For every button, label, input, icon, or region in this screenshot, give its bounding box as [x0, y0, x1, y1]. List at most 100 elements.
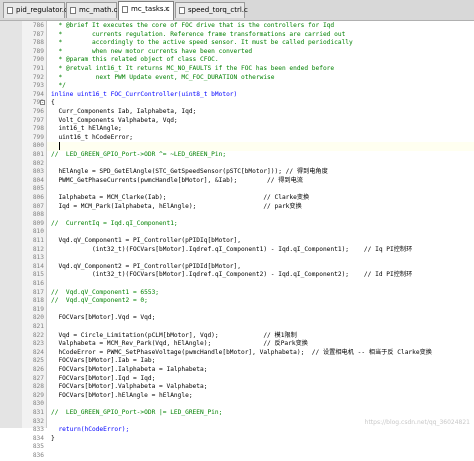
code-text: Valphabeta = MCM_Rev_Park(Vqd, hElAngle)…	[51, 340, 308, 348]
code-line[interactable]: 803 hElAngle = SPD_GetElAngle(STC_GetSpe…	[33, 168, 474, 177]
code-text: * accordingly to the active speed sensor…	[51, 39, 353, 47]
code-line[interactable]: 793 */	[33, 82, 474, 91]
code-line[interactable]: 820 FOCVars[bMotor].Vqd = Vqd;	[33, 314, 474, 323]
code-text: Volt_Components Valphabeta, Vqd;	[51, 116, 178, 124]
code-line[interactable]: 827 FOCVars[bMotor].Iqd = Iqd;	[33, 374, 474, 384]
code-line[interactable]: 796 Curr_Components Iab, Ialphabeta, Iqd…	[33, 108, 474, 117]
code-line[interactable]: 833 return(hCodeError);	[33, 426, 474, 435]
code-text: FOCVars[bMotor].Iab = Iab;	[51, 357, 156, 365]
line-number: 836	[32, 452, 44, 459]
code-line[interactable]: 831 // LED_GREEN_GPIO_Port->ODR |= LED_GR…	[33, 409, 474, 418]
code-line[interactable]: 799 uint16_t hCodeError;	[33, 133, 474, 143]
code-text: // CurrentIq = Iqd.qI_Component1;	[51, 219, 178, 227]
line-number: 823	[32, 340, 44, 348]
tab-label: pid_regulator.c	[16, 6, 68, 14]
code-text: */	[51, 82, 66, 90]
code-line[interactable]: 823 Valphabeta = MCM_Rev_Park(Vqd, hElAn…	[33, 340, 474, 349]
code-line[interactable]: 801 // LED_GREEN_GPIO_Port->ODR ^= ~LED_G…	[33, 151, 474, 160]
line-number: 832	[32, 417, 44, 425]
code-line[interactable]: 818 // Vqd.qV_Component2 = 0;	[33, 297, 474, 306]
code-line[interactable]: 828 FOCVars[bMotor].Valphabeta = Valphab…	[33, 383, 474, 392]
code-line[interactable]: 817 // Vqd.qV_Component1 = 6553;	[33, 289, 474, 298]
code-line[interactable]: 790 * @param this related object of clas…	[33, 56, 474, 65]
c-file-icon	[70, 7, 76, 14]
code-text: * next PWM Update event, MC_FOC_DURATION…	[51, 73, 275, 81]
code-text: PWMC_GetPhaseCurrents(pwmcHandle[bMotor]…	[51, 176, 303, 184]
code-text: {	[51, 99, 55, 107]
line-number: 834	[32, 434, 44, 442]
code-line[interactable]: 805	[33, 185, 474, 194]
code-text: uint16_t hCodeError;	[51, 133, 133, 141]
tab-speed-torq-ctrl[interactable]: speed_torq_ctrl.c	[175, 2, 248, 18]
tab-label: mc_math.c	[79, 6, 118, 14]
code-line[interactable]: 788 * accordingly to the active speed se…	[33, 39, 474, 48]
code-line[interactable]: 787 * currents regulation. Reference fra…	[33, 30, 474, 40]
tab-mc-math[interactable]: mc_math.c	[66, 2, 118, 18]
code-text: * currents regulation. Reference frame t…	[51, 30, 346, 38]
code-line[interactable]: 806 Ialphabeta = MCM_Clarke(Iab); // Cla…	[33, 194, 474, 203]
code-line[interactable]: 813	[33, 254, 474, 263]
code-line[interactable]: 800	[33, 142, 474, 151]
line-number: 788	[32, 39, 44, 47]
code-editor[interactable]: 786 * @brief It executes the core of FOC…	[0, 21, 474, 459]
code-line[interactable]: 821	[33, 323, 474, 332]
line-number: 816	[32, 280, 44, 287]
code-text: * @retval int16_t It returns MC_NO_FAULT…	[51, 65, 335, 72]
code-line[interactable]: 815 (int32_t)(FOCVars[bMotor].Iqdref.qI_…	[33, 271, 474, 280]
code-line[interactable]: 798 int16_t hElAngle;	[33, 125, 474, 134]
breakpoint-gutter[interactable]	[0, 21, 22, 428]
code-line[interactable]: 794 inline uint16_t FOC_CurrController(ui…	[33, 91, 474, 100]
line-number: 798	[32, 125, 44, 133]
code-line[interactable]: 810	[33, 228, 474, 237]
code-line[interactable]: 824 hCodeError = PWMC_SetPhaseVoltage(pw…	[33, 349, 474, 358]
code-line[interactable]: 797 Volt_Components Valphabeta, Vqd;	[33, 116, 474, 126]
code-line[interactable]: 819	[33, 306, 474, 315]
close-icon[interactable]: ×	[164, 2, 170, 17]
code-line[interactable]: 807 Iqd = MCM_Park(Ialphabeta, hElAngle)…	[33, 203, 474, 212]
code-line[interactable]: 791 * @retval int16_t It returns MC_NO_F…	[33, 65, 474, 74]
code-text: // Vqd.qV_Component2 = 0;	[51, 297, 148, 305]
code-text: Ialphabeta = MCM_Clarke(Iab); // Clarke变…	[51, 194, 310, 201]
tab-mc-tasks[interactable]: mc_tasks.c ×	[118, 1, 174, 20]
code-line[interactable]: 825 FOCVars[bMotor].Iab = Iab;	[33, 357, 474, 366]
code-text: hElAngle = SPD_GetElAngle(STC_GetSpeedSe…	[51, 168, 328, 176]
code-line[interactable]: 826 FOCVars[bMotor].Ialphabeta = Ialphab…	[33, 366, 474, 375]
code-line[interactable]: 804 PWMC_GetPhaseCurrents(pwmcHandle[bMo…	[33, 176, 474, 186]
code-line[interactable]: 836	[33, 452, 474, 461]
tab-pid-regulator[interactable]: pid_regulator.c	[3, 2, 68, 18]
line-number: 822	[32, 331, 44, 339]
code-line[interactable]: 816	[33, 280, 474, 289]
code-line[interactable]: 829 FOCVars[bMotor].hElAngle = hElAngle;	[33, 391, 474, 401]
line-number: 803	[32, 168, 44, 176]
line-number: 812	[32, 245, 44, 253]
code-line[interactable]: 795-{	[33, 99, 474, 108]
code-line[interactable]: 809 // CurrentIq = Iqd.qI_Component1;	[33, 219, 474, 229]
code-text: (int32_t)(FOCVars[bMotor].Iqdref.qI_Comp…	[51, 271, 413, 279]
code-text: FOCVars[bMotor].hElAngle = hElAngle;	[51, 391, 193, 399]
code-text: * @brief It executes the core of FOC dri…	[51, 22, 335, 29]
code-line[interactable]: 835	[33, 443, 474, 452]
code-line[interactable]: 822 Vqd = Circle_Limitation(pCLM[bMotor]…	[33, 332, 474, 341]
line-number: 833	[32, 426, 44, 434]
code-line[interactable]: 812 (int32_t)(FOCVars[bMotor].Iqdref.qI_…	[33, 246, 474, 255]
code-line[interactable]: 830	[33, 400, 474, 409]
fold-toggle-icon[interactable]: -	[40, 100, 45, 106]
line-number: 825	[32, 357, 44, 365]
code-line[interactable]: 792 * next PWM Update event, MC_FOC_DURA…	[33, 73, 474, 83]
line-number: 792	[32, 73, 44, 81]
code-text: int16_t hElAngle;	[51, 125, 122, 133]
code-line[interactable]: 811 Vqd.qV_Component1 = PI_Controller(pP…	[33, 237, 474, 246]
code-line[interactable]: 786 * @brief It executes the core of FOC…	[33, 22, 474, 31]
code-line[interactable]: 802	[33, 160, 474, 169]
code-text: FOCVars[bMotor].Iqd = Iqd;	[51, 374, 156, 382]
line-number: 829	[32, 391, 44, 399]
code-area[interactable]: 786 * @brief It executes the core of FOC…	[33, 21, 474, 459]
code-text: // LED_GREEN_GPIO_Port->ODR |= LED_GREEN…	[51, 409, 223, 416]
line-number: 817	[32, 288, 44, 296]
line-number: 794	[32, 90, 44, 98]
code-line[interactable]: 789 * when new motor currents have been …	[33, 48, 474, 57]
code-line[interactable]: 834}	[33, 435, 474, 444]
line-number: 805	[32, 185, 44, 193]
code-line[interactable]: 808	[33, 211, 474, 220]
code-text: FOCVars[bMotor].Ialphabeta = Ialphabeta;	[51, 366, 208, 373]
